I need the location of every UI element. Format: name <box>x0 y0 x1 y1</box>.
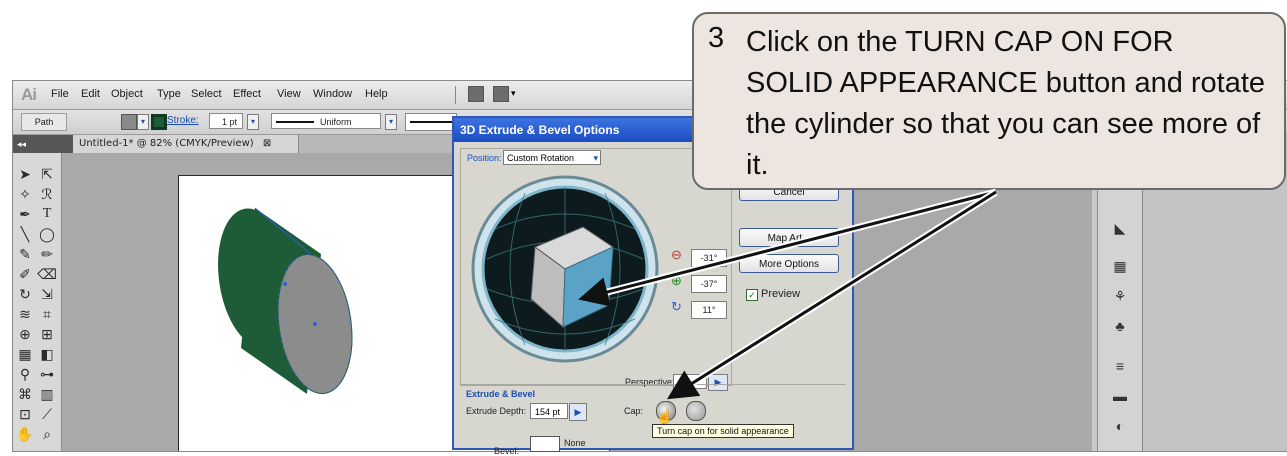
arrow-to-trackball <box>578 190 997 307</box>
arrow-to-cap-button <box>666 190 997 400</box>
pointer-arrows <box>578 188 998 400</box>
